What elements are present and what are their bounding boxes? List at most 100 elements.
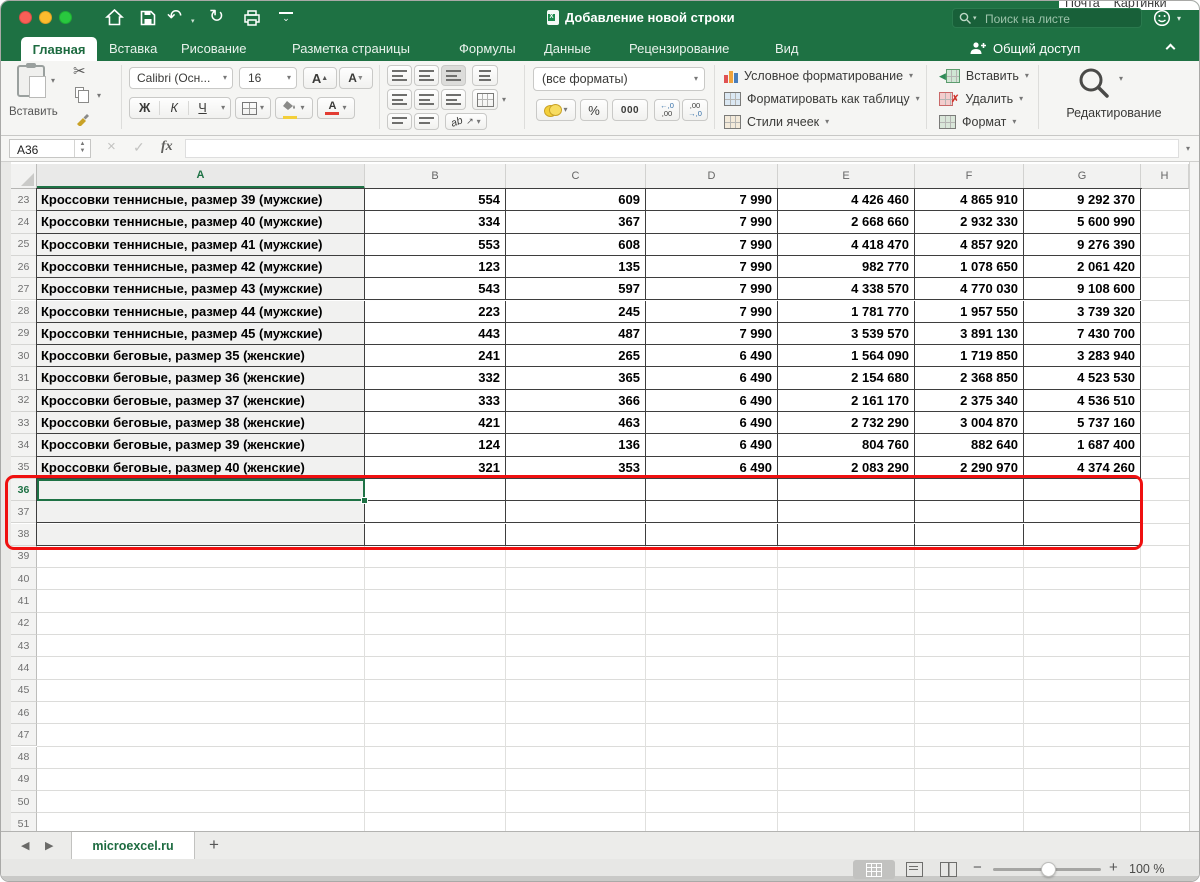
cell-E26[interactable]: 982 770 xyxy=(778,256,915,278)
cell-G24[interactable]: 5 600 990 xyxy=(1024,211,1141,233)
cell-D29[interactable]: 7 990 xyxy=(646,323,778,345)
fill-handle[interactable] xyxy=(361,497,368,504)
zoom-out-button[interactable]: − xyxy=(973,859,982,876)
cell-F33[interactable]: 3 004 870 xyxy=(915,412,1024,434)
cell-C37[interactable] xyxy=(506,501,646,523)
cell-F37[interactable] xyxy=(915,501,1024,523)
cell-E38[interactable] xyxy=(778,524,915,546)
column-header-A[interactable]: A xyxy=(37,164,365,189)
cell-E33[interactable]: 2 732 290 xyxy=(778,412,915,434)
copy-icon[interactable] xyxy=(75,87,84,98)
cell-A28[interactable]: Кроссовки теннисные, размер 44 (мужские) xyxy=(37,301,365,323)
cell-E35[interactable]: 2 083 290 xyxy=(778,457,915,479)
orientation-button[interactable]: ab ↗▾ xyxy=(445,113,487,130)
insert-cells-button[interactable]: ◀ Вставить▾ xyxy=(939,67,1034,85)
editing-search-icon[interactable] xyxy=(1076,65,1112,106)
format-painter-icon[interactable] xyxy=(75,111,90,131)
cell-F23[interactable]: 4 865 910 xyxy=(915,189,1024,211)
fill-color-button[interactable]: ▾ xyxy=(275,97,313,119)
cell-C24[interactable]: 367 xyxy=(506,211,646,233)
cell-F27[interactable]: 4 770 030 xyxy=(915,278,1024,300)
cell-C28[interactable]: 245 xyxy=(506,301,646,323)
row-header-35[interactable]: 35 xyxy=(11,457,37,479)
cell-C38[interactable] xyxy=(506,524,646,546)
search-box[interactable]: ▾ Поиск на листе xyxy=(952,8,1142,28)
cell-D35[interactable]: 6 490 xyxy=(646,457,778,479)
cell-G33[interactable]: 5 737 160 xyxy=(1024,412,1141,434)
increase-indent-button[interactable] xyxy=(414,113,439,130)
cell-E37[interactable] xyxy=(778,501,915,523)
tab-risovanie[interactable]: Рисование xyxy=(181,41,246,56)
cell-E28[interactable]: 1 781 770 xyxy=(778,301,915,323)
confirm-entry-icon[interactable]: ✓ xyxy=(133,139,145,156)
cell-D30[interactable]: 6 490 xyxy=(646,345,778,367)
cell-C32[interactable]: 366 xyxy=(506,390,646,412)
cell-A26[interactable]: Кроссовки теннисные, размер 42 (мужские) xyxy=(37,256,365,278)
font-name-select[interactable]: Calibri (Осн... ▾ xyxy=(129,67,233,89)
cell-F28[interactable]: 1 957 550 xyxy=(915,301,1024,323)
cell-G32[interactable]: 4 536 510 xyxy=(1024,390,1141,412)
tab-dannye[interactable]: Данные xyxy=(544,41,591,56)
decrease-indent-button[interactable] xyxy=(387,113,412,130)
row-header-31[interactable]: 31 xyxy=(11,367,37,389)
cell-C33[interactable]: 463 xyxy=(506,412,646,434)
cell-G37[interactable] xyxy=(1024,501,1141,523)
cell-B30[interactable]: 241 xyxy=(365,345,506,367)
column-header-C[interactable]: C xyxy=(506,164,646,189)
row-header-51[interactable]: 51 xyxy=(11,813,37,831)
cell-A34[interactable]: Кроссовки беговые, размер 39 (женские) xyxy=(37,434,365,456)
cell-E23[interactable]: 4 426 460 xyxy=(778,189,915,211)
normal-view-button[interactable] xyxy=(853,860,895,879)
cell-D31[interactable]: 6 490 xyxy=(646,367,778,389)
row-header-43[interactable]: 43 xyxy=(11,635,37,657)
cell-B27[interactable]: 543 xyxy=(365,278,506,300)
cell-styles-button[interactable]: Стили ячеек▾ xyxy=(724,113,884,131)
merge-dropdown-caret[interactable]: ▾ xyxy=(502,96,506,104)
cell-F36[interactable] xyxy=(915,479,1024,501)
cell-E32[interactable]: 2 161 170 xyxy=(778,390,915,412)
cell-B31[interactable]: 332 xyxy=(365,367,506,389)
cell-A32[interactable]: Кроссовки беговые, размер 37 (женские) xyxy=(37,390,365,412)
align-top-button[interactable] xyxy=(387,65,412,86)
cell-C30[interactable]: 265 xyxy=(506,345,646,367)
cell-F34[interactable]: 882 640 xyxy=(915,434,1024,456)
row-header-34[interactable]: 34 xyxy=(11,434,37,456)
merge-center-button[interactable] xyxy=(472,89,498,110)
cell-E34[interactable]: 804 760 xyxy=(778,434,915,456)
wrap-text-button[interactable] xyxy=(472,65,498,86)
italic-button[interactable]: К xyxy=(159,101,187,115)
row-header-32[interactable]: 32 xyxy=(11,390,37,412)
cell-B25[interactable]: 553 xyxy=(365,234,506,256)
cell-E25[interactable]: 4 418 470 xyxy=(778,234,915,256)
cell-B34[interactable]: 124 xyxy=(365,434,506,456)
cell-G34[interactable]: 1 687 400 xyxy=(1024,434,1141,456)
conditional-formatting-button[interactable]: Условное форматирование▾ xyxy=(724,67,934,85)
smiley-feedback-icon[interactable] xyxy=(1153,9,1171,32)
comma-style-button[interactable]: 000 xyxy=(612,99,648,121)
copy-dropdown-caret[interactable]: ▾ xyxy=(97,92,101,100)
cell-A29[interactable]: Кроссовки теннисные, размер 45 (мужские) xyxy=(37,323,365,345)
cell-A25[interactable]: Кроссовки теннисные, размер 41 (мужские) xyxy=(37,234,365,256)
cell-F32[interactable]: 2 375 340 xyxy=(915,390,1024,412)
search-scope-caret[interactable]: ▾ xyxy=(973,14,977,22)
cell-F38[interactable] xyxy=(915,524,1024,546)
cell-D24[interactable]: 7 990 xyxy=(646,211,778,233)
cell-C31[interactable]: 365 xyxy=(506,367,646,389)
align-left-button[interactable] xyxy=(387,89,412,110)
column-header-D[interactable]: D xyxy=(646,164,778,189)
cell-E29[interactable]: 3 539 570 xyxy=(778,323,915,345)
cell-A33[interactable]: Кроссовки беговые, размер 38 (женские) xyxy=(37,412,365,434)
tab-vid[interactable]: Вид xyxy=(775,41,799,56)
cell-A30[interactable]: Кроссовки беговые, размер 35 (женские) xyxy=(37,345,365,367)
zoom-level[interactable]: 100 % xyxy=(1129,862,1164,876)
select-all-corner[interactable] xyxy=(11,164,37,189)
tab-recenzirovanie[interactable]: Рецензирование xyxy=(629,41,729,56)
tab-razmetka-stranicy[interactable]: Разметка страницы xyxy=(292,41,410,56)
cell-F25[interactable]: 4 857 920 xyxy=(915,234,1024,256)
cell-E27[interactable]: 4 338 570 xyxy=(778,278,915,300)
cell-F29[interactable]: 3 891 130 xyxy=(915,323,1024,345)
row-header-25[interactable]: 25 xyxy=(11,234,37,256)
prev-sheet-arrow[interactable]: ◀ xyxy=(21,839,29,852)
cell-A24[interactable]: Кроссовки теннисные, размер 40 (мужские) xyxy=(37,211,365,233)
cell-D32[interactable]: 6 490 xyxy=(646,390,778,412)
